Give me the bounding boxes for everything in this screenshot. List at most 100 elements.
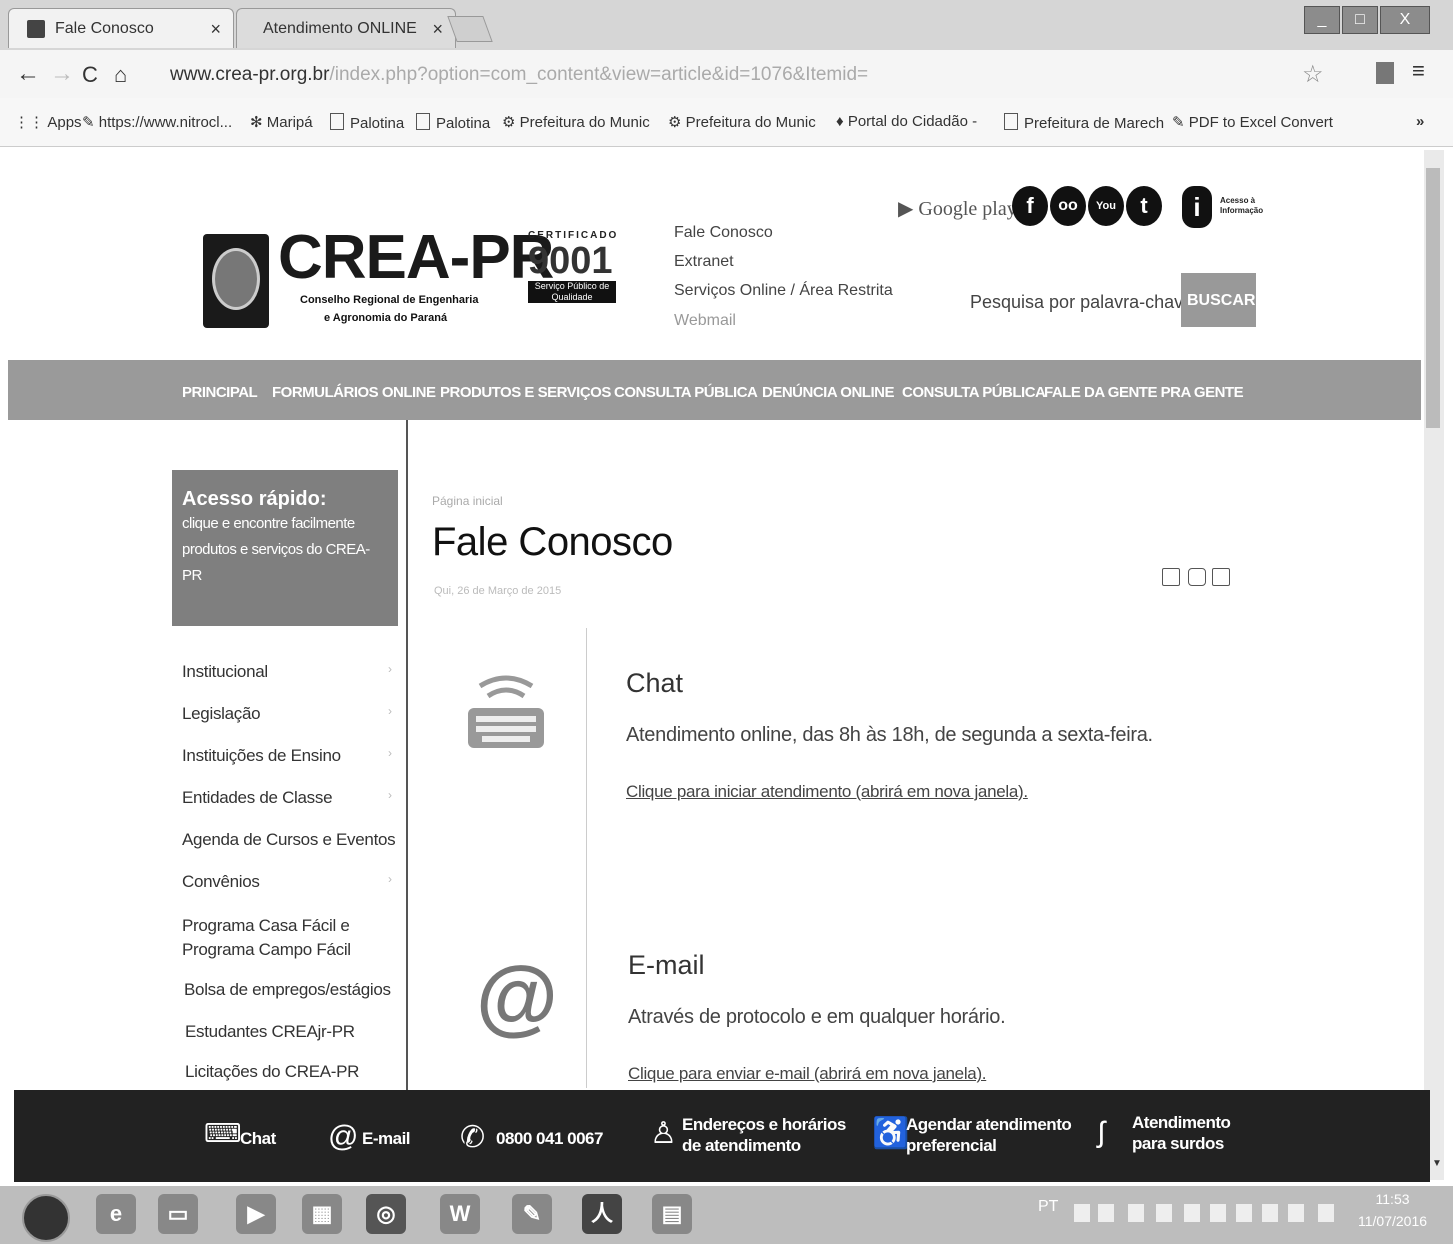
sidebar-item-convenios[interactable]: Convênios ›	[182, 872, 392, 892]
page-icon	[330, 113, 344, 130]
nav-principal[interactable]: PRINCIPAL	[182, 384, 258, 401]
bookmark-prefeitura-1[interactable]: ⚙ Prefeitura do Munic	[502, 113, 650, 131]
site-favicon-icon	[27, 20, 45, 38]
tray-security-icon[interactable]	[1156, 1204, 1172, 1222]
bookmark-apps[interactable]: ⋮⋮ Apps	[14, 113, 82, 131]
url-field[interactable]: www.crea-pr.org.br/index.php?option=com_…	[170, 64, 868, 86]
tray-monitor-icon[interactable]	[1128, 1204, 1144, 1222]
facebook-icon[interactable]: f	[1012, 186, 1048, 226]
bookmark-star-icon[interactable]: ☆	[1302, 60, 1324, 89]
bookmark-palotina-1[interactable]: Palotina	[330, 113, 404, 132]
start-button[interactable]	[22, 1194, 70, 1242]
bookmarks-overflow-button[interactable]: »	[1416, 113, 1424, 130]
taskbar-clock[interactable]: 11:53 11/07/2016	[1358, 1188, 1427, 1232]
home-icon[interactable]: ⌂	[114, 62, 127, 88]
search-input[interactable]: Pesquisa por palavra-chave	[970, 292, 1193, 313]
media-player-icon[interactable]: ▶	[236, 1194, 276, 1234]
forward-arrow-icon[interactable]: →	[50, 60, 74, 88]
iso-certificate-badge: CERTIFICADO 9001 Serviço Público de Qual…	[528, 230, 616, 326]
tab-close-icon[interactable]: ×	[210, 9, 221, 49]
ie-icon[interactable]: e	[96, 1194, 136, 1234]
youtube-icon[interactable]: You	[1088, 186, 1124, 226]
sidebar-item-entidades-classe[interactable]: Entidades de Classe ›	[182, 788, 392, 808]
iso-number: 9001	[528, 240, 613, 282]
bookmark-palotina-2[interactable]: Palotina	[416, 113, 490, 132]
footer-phone[interactable]: 0800 041 0067	[496, 1128, 603, 1149]
back-arrow-icon[interactable]: ←	[16, 60, 40, 88]
chat-start-link[interactable]: Clique para iniciar atendimento (abrirá …	[626, 782, 1028, 802]
maximize-button[interactable]: □	[1342, 6, 1378, 34]
access-information-icon[interactable]: i	[1182, 186, 1212, 228]
bookmark-prefeitura-marechal[interactable]: Prefeitura de Marech	[1004, 113, 1164, 132]
scrollbar-thumb[interactable]	[1426, 168, 1440, 428]
pdf-icon[interactable]	[1162, 568, 1180, 586]
word-icon[interactable]: W	[440, 1194, 480, 1234]
sidebar-item-casa-facil[interactable]: Programa Casa Fácil e Programa Campo Fáci…	[182, 914, 351, 962]
top-link-servicos-online[interactable]: Serviços Online / Área Restrita	[674, 282, 893, 300]
minimize-button[interactable]: _	[1304, 6, 1340, 34]
language-indicator[interactable]: PT	[1038, 1198, 1058, 1216]
sidebar-item-agenda-cursos[interactable]: Agenda de Cursos e Eventos	[182, 830, 396, 850]
tab-fale-conosco[interactable]: Fale Conosco ×	[8, 8, 234, 48]
sidebar-item-legislacao[interactable]: Legislação ›	[182, 704, 392, 724]
nav-fale-da-gente[interactable]: FALE DA GENTE PRA GENTE	[1044, 384, 1244, 401]
google-play-link[interactable]: ▶ Google play	[898, 196, 1017, 221]
tray-power-icon[interactable]	[1318, 1204, 1334, 1222]
tray-signal-icon[interactable]	[1236, 1204, 1252, 1222]
chevron-right-icon: ›	[388, 788, 392, 802]
sidebar-item-bolsa-empregos[interactable]: Bolsa de empregos/estágios	[184, 980, 391, 1000]
nav-formularios-online[interactable]: FORMULÁRIOS ONLINE	[272, 384, 436, 401]
tray-bluetooth-icon[interactable]	[1210, 1204, 1226, 1222]
nav-denuncia-online[interactable]: DENÚNCIA ONLINE	[762, 384, 894, 401]
tray-network-icon[interactable]	[1074, 1204, 1090, 1222]
crea-seal-logo[interactable]	[203, 234, 269, 328]
nav-consulta-publica[interactable]: CONSULTA PÚBLICA	[614, 384, 758, 401]
crea-logo-text[interactable]: CREA-PR	[278, 222, 554, 293]
quick-access-box: Acesso rápido: clique e encontre facilme…	[172, 470, 398, 626]
footer-schedule-link[interactable]: Agendar atendimento preferencial	[906, 1114, 1072, 1156]
paint-icon[interactable]: ✎	[512, 1194, 552, 1234]
tray-pdf-icon[interactable]	[1184, 1204, 1200, 1222]
print-icon[interactable]	[1188, 568, 1206, 586]
close-window-button[interactable]: X	[1380, 6, 1430, 34]
tray-skype-icon[interactable]	[1098, 1204, 1114, 1222]
bookmark-prefeitura-2[interactable]: ⚙ Prefeitura do Munic	[668, 113, 816, 131]
document-icon[interactable]: ▤	[652, 1194, 692, 1234]
tab-atendimento-online[interactable]: Atendimento ONLINE ×	[236, 8, 456, 48]
explorer-icon[interactable]: ▭	[158, 1194, 198, 1234]
chrome-icon[interactable]: ◎	[366, 1194, 406, 1234]
top-link-extranet[interactable]: Extranet	[674, 253, 734, 271]
extension-icon[interactable]	[1376, 62, 1394, 84]
acrobat-icon[interactable]: 人	[582, 1194, 622, 1234]
search-button[interactable]: BUSCAR	[1181, 273, 1256, 327]
bookmark-pdf-excel[interactable]: ✎ PDF to Excel Convert	[1172, 113, 1333, 131]
footer-addresses-link[interactable]: Endereços e horários de atendimento	[682, 1114, 846, 1156]
flickr-icon[interactable]: oo	[1050, 186, 1086, 226]
twitter-icon[interactable]: t	[1126, 186, 1162, 226]
sidebar-item-institucional[interactable]: Institucional ›	[182, 662, 392, 682]
menu-icon[interactable]: ≡	[1412, 58, 1425, 84]
nav-consulta-publica-2[interactable]: CONSULTA PÚBLICA	[902, 384, 1046, 401]
quick-access-subtitle: clique e encontre facilmente produtos e …	[182, 515, 370, 584]
sidebar-item-estudantes[interactable]: Estudantes CREAjr-PR	[185, 1022, 355, 1042]
sidebar-item-instituicoes-ensino[interactable]: Instituições de Ensino ›	[182, 746, 392, 766]
top-link-fale-conosco[interactable]: Fale Conosco	[674, 224, 773, 242]
sidebar-item-licitacoes[interactable]: Licitações do CREA-PR	[185, 1062, 359, 1082]
scroll-down-arrow-icon[interactable]: ▼	[1432, 1158, 1442, 1169]
breadcrumb[interactable]: Página inicial	[432, 494, 503, 508]
bookmark-marip[interactable]: ✻ Maripá	[250, 113, 313, 131]
top-link-webmail[interactable]: Webmail	[674, 312, 736, 330]
tab-close-icon[interactable]: ×	[432, 9, 443, 49]
nav-produtos-servicos[interactable]: PRODUTOS E SERVIÇOS	[440, 384, 611, 401]
tray-volume-icon[interactable]	[1288, 1204, 1304, 1222]
bookmark-portal-cidadao[interactable]: ♦ Portal do Cidadão -	[836, 113, 977, 130]
reload-icon[interactable]: C	[82, 62, 98, 88]
email-send-link[interactable]: Clique para enviar e-mail (abrirá em nov…	[628, 1064, 987, 1084]
footer-chat-link[interactable]: Chat	[240, 1128, 276, 1149]
tray-flag-icon[interactable]	[1262, 1204, 1278, 1222]
footer-deaf-link[interactable]: Atendimento para surdos	[1132, 1112, 1231, 1154]
footer-email-link[interactable]: E-mail	[362, 1128, 411, 1149]
calculator-icon[interactable]: ▦	[302, 1194, 342, 1234]
email-icon[interactable]	[1212, 568, 1230, 586]
bookmark-nitrocl[interactable]: ✎ https://www.nitrocl...	[82, 113, 232, 131]
